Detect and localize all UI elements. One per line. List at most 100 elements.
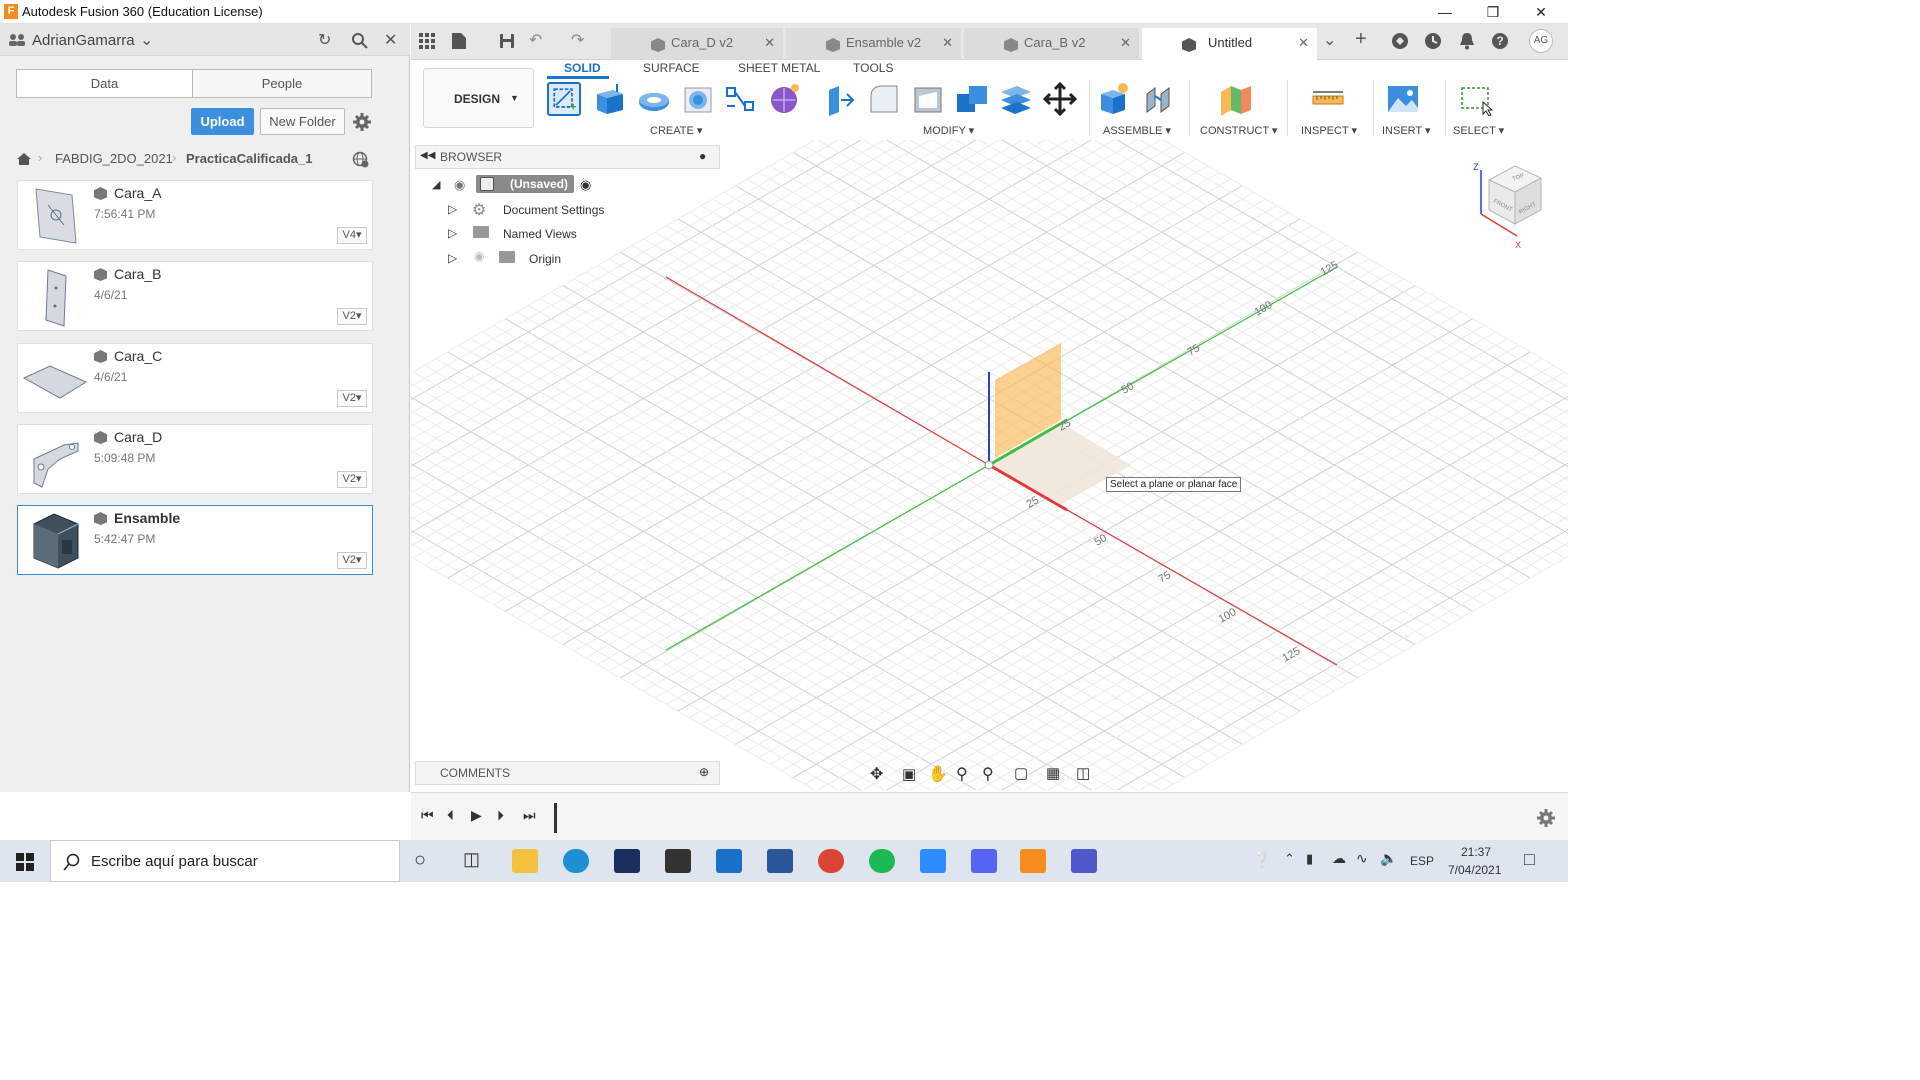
create-menu[interactable]: CREATE ▾ <box>650 124 702 137</box>
grid-snaps-icon[interactable]: ▦ <box>1046 764 1060 782</box>
joint-icon[interactable] <box>1141 82 1175 116</box>
undo-icon[interactable]: ↶ <box>529 30 542 50</box>
orbit-icon[interactable]: ✥ <box>870 764 883 784</box>
timeline-marker[interactable] <box>554 803 557 833</box>
revolve-icon[interactable] <box>637 82 671 116</box>
settings-gear-icon[interactable] <box>353 113 371 131</box>
close-panel-icon[interactable]: ✕ <box>384 30 397 50</box>
file-card-cara-d[interactable]: Cara_D 5:09:48 PM V2▾ <box>17 424 373 494</box>
browser-root-node[interactable]: (Unsaved) <box>476 175 574 193</box>
origin-point[interactable] <box>984 460 994 470</box>
save-icon[interactable] <box>499 33 515 49</box>
close-tab-icon[interactable]: ✕ <box>764 28 775 58</box>
onedrive-cloud-icon[interactable]: ☁ <box>1332 850 1346 867</box>
taskbar-search[interactable]: Escribe aquí para buscar <box>50 840 400 882</box>
home-icon[interactable] <box>16 152 32 166</box>
hidden-eye-icon[interactable]: ◉ <box>474 249 484 263</box>
comments-add-icon[interactable]: ⊕ <box>699 765 709 779</box>
redo-icon[interactable]: ↷ <box>571 30 584 50</box>
file-card-ensamble[interactable]: Ensamble 5:42:47 PM V2▾ <box>17 505 373 575</box>
cortana-icon[interactable]: ○ <box>414 849 426 872</box>
action-center-icon[interactable]: □ <box>1524 849 1535 870</box>
expand-triangle-icon[interactable]: ▷ <box>448 251 457 265</box>
battery-icon[interactable]: ▮ <box>1306 851 1313 867</box>
discord-icon[interactable] <box>971 849 997 873</box>
language-indicator[interactable]: ESP <box>1410 854 1434 868</box>
construct-menu[interactable]: CONSTRUCT ▾ <box>1200 124 1277 137</box>
powershell-icon[interactable] <box>614 849 640 873</box>
tab-sheet-metal[interactable]: SHEET METAL <box>738 61 820 75</box>
grid-apps-icon[interactable] <box>419 33 435 49</box>
collapse-browser-icon[interactable]: ◀◀ <box>420 150 435 161</box>
browser-pin-icon[interactable]: ● <box>699 149 706 163</box>
window-select-icon[interactable] <box>1459 82 1493 116</box>
store-icon[interactable] <box>665 849 691 873</box>
go-to-end-icon[interactable]: ⏭ <box>523 807 536 824</box>
tab-cara-d[interactable]: Cara_D v2 ✕ <box>611 28 783 60</box>
create-sketch-icon[interactable]: + <box>547 82 581 116</box>
new-folder-button[interactable]: New Folder <box>260 108 345 135</box>
file-card-cara-b[interactable]: Cara_B 4/6/21 V2▾ <box>17 261 373 331</box>
browser-node-named-views[interactable]: Named Views <box>503 227 577 241</box>
measure-icon[interactable] <box>1311 82 1345 116</box>
go-to-start-icon[interactable]: ⏮ <box>421 807 434 824</box>
file-explorer-icon[interactable] <box>512 849 538 873</box>
insert-menu[interactable]: INSERT ▾ <box>1382 124 1431 137</box>
viewports-icon[interactable]: ◫ <box>1076 764 1090 782</box>
modify-menu[interactable]: MODIFY ▾ <box>923 124 974 137</box>
version-dropdown[interactable]: V2▾ <box>337 308 367 325</box>
select-menu[interactable]: SELECT ▾ <box>1453 124 1504 137</box>
create-form-icon[interactable] <box>767 82 801 116</box>
close-window-button[interactable]: ✕ <box>1518 0 1564 24</box>
windows-start-icon[interactable] <box>16 853 34 871</box>
breadcrumb-folder[interactable]: PracticaCalificada_1 <box>186 151 312 166</box>
version-dropdown[interactable]: V2▾ <box>337 552 367 569</box>
press-pull-icon[interactable] <box>823 82 857 116</box>
inspect-menu[interactable]: INSPECT ▾ <box>1301 124 1357 137</box>
user-name[interactable]: AdrianGamarra <box>32 32 135 49</box>
tab-solid[interactable]: SOLID <box>564 61 601 75</box>
fusion-360-taskbar-icon[interactable] <box>1020 849 1046 873</box>
tab-surface[interactable]: SURFACE <box>643 61 700 75</box>
tab-cara-b[interactable]: Cara_B v2 ✕ <box>964 28 1139 60</box>
expand-triangle-icon[interactable]: ▷ <box>448 226 457 240</box>
word-icon[interactable] <box>767 849 793 873</box>
job-status-clock-icon[interactable] <box>1424 32 1442 50</box>
step-back-icon[interactable]: ⏴ <box>447 807 454 824</box>
tab-people[interactable]: People <box>192 69 372 98</box>
version-dropdown[interactable]: V4▾ <box>337 227 367 244</box>
extensions-icon[interactable] <box>1391 32 1409 50</box>
notifications-bell-icon[interactable] <box>1458 32 1476 50</box>
tab-ensamble[interactable]: Ensamble v2 ✕ <box>786 28 961 60</box>
timeline-settings-gear-icon[interactable] <box>1537 809 1555 827</box>
fillet-icon[interactable] <box>867 82 901 116</box>
zoom-icon[interactable]: ⚲ <box>956 764 968 784</box>
display-settings-icon[interactable]: ▢ <box>1014 764 1028 782</box>
tab-tools[interactable]: TOOLS <box>853 61 893 75</box>
version-dropdown[interactable]: V2▾ <box>337 390 367 407</box>
file-card-cara-a[interactable]: Cara_A 7:56:41 PM V4▾ <box>17 180 373 250</box>
task-view-icon[interactable]: ◫ <box>463 849 480 870</box>
expand-triangle-icon[interactable]: ◢ <box>432 178 440 191</box>
help-tray-icon[interactable]: ❔ <box>1252 851 1271 869</box>
workspace-switcher[interactable]: DESIGN ▼ <box>423 68 534 128</box>
clock-date[interactable]: 7/04/2021 <box>1448 863 1501 877</box>
zoom-app-icon[interactable] <box>920 849 946 873</box>
team-icon[interactable] <box>8 33 26 47</box>
fit-zoom-icon[interactable]: ⚲ <box>982 764 994 784</box>
share-globe-icon[interactable] <box>352 151 370 169</box>
extrude-icon[interactable] <box>593 82 627 116</box>
edge-browser-icon[interactable] <box>563 849 589 873</box>
tab-untitled[interactable]: Untitled ✕ <box>1142 28 1317 60</box>
user-avatar[interactable]: AG <box>1529 29 1553 53</box>
close-tab-icon[interactable]: ✕ <box>942 28 953 58</box>
offset-plane-icon[interactable] <box>1219 82 1253 116</box>
pan-hand-icon[interactable]: ✋ <box>928 764 948 784</box>
visibility-eye-icon[interactable]: ◉ <box>454 177 465 193</box>
close-tab-icon[interactable]: ✕ <box>1298 28 1309 58</box>
refresh-icon[interactable]: ↻ <box>318 30 331 50</box>
play-icon[interactable]: ▶ <box>471 807 482 824</box>
chevron-down-icon[interactable]: ⌄ <box>140 30 153 50</box>
viewcube[interactable]: TOP FRONT RIGHT Z X <box>1469 158 1549 250</box>
teams-icon[interactable] <box>1071 849 1097 873</box>
